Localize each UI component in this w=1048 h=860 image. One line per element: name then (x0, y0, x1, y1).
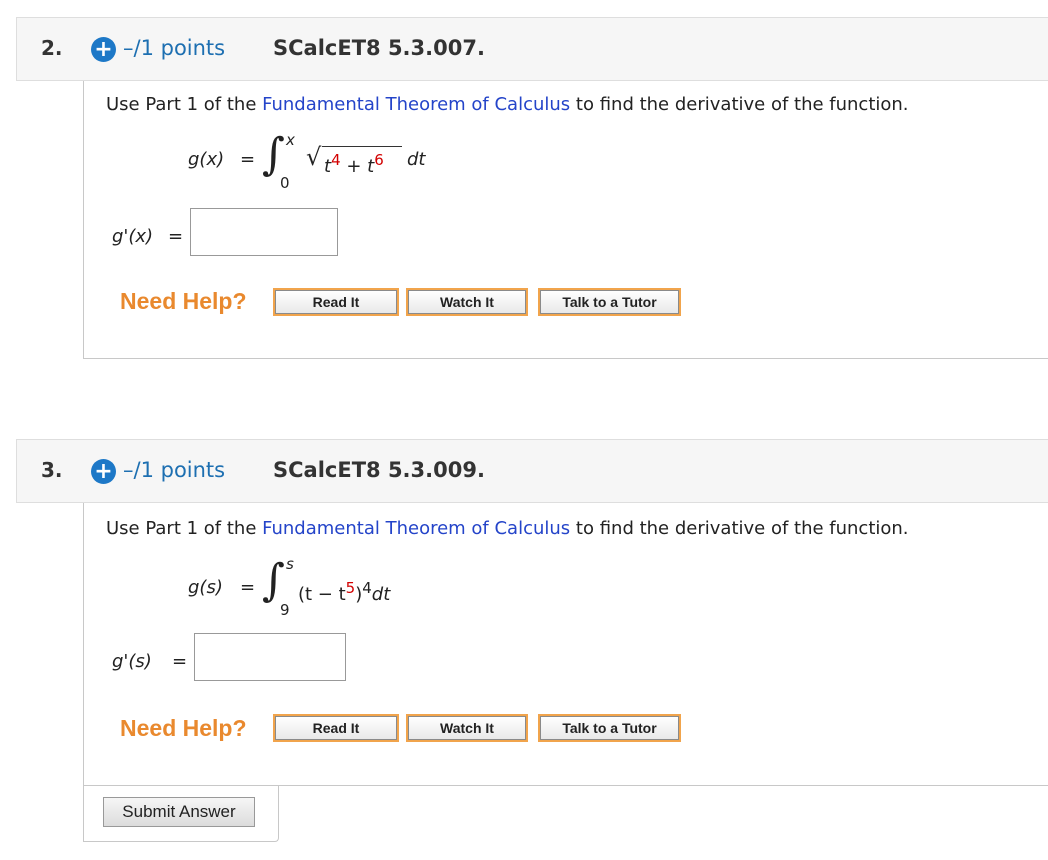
submit-answer-button[interactable]: Submit Answer (103, 797, 255, 827)
question-points: –/1 points (123, 36, 226, 60)
equals-sign: = (172, 651, 188, 672)
answer-label: g'(s) (112, 651, 152, 672)
need-help-label: Need Help? (120, 288, 247, 314)
watch-it-button[interactable]: Watch It (406, 714, 528, 742)
exponent-value: 4 (331, 151, 341, 169)
question-number: 3. (41, 458, 63, 482)
question-points: –/1 points (123, 458, 226, 482)
question-code: SCalcET8 5.3.009. (273, 458, 485, 482)
read-it-button[interactable]: Read It (273, 288, 399, 316)
integral-sign: ∫ (262, 555, 285, 606)
exponent-value: 6 (374, 151, 384, 169)
sqrt-sign: √ (306, 143, 322, 171)
plus-icon[interactable]: + (91, 459, 116, 484)
answer-label: g'(x) (112, 226, 154, 247)
talk-to-tutor-button[interactable]: Talk to a Tutor (538, 288, 681, 316)
plus-icon[interactable]: + (91, 37, 116, 62)
need-help-label: Need Help? (120, 715, 247, 741)
question-number: 2. (41, 36, 63, 60)
function-lhs: g(s) (188, 577, 223, 598)
radical-bar (322, 146, 402, 148)
answer-input[interactable] (190, 208, 338, 256)
watch-it-button[interactable]: Watch It (406, 288, 528, 316)
question-prompt: Use Part 1 of the Fundamental Theorem of… (106, 518, 909, 539)
lower-limit: 0 (280, 174, 290, 192)
exponent-value: 5 (345, 579, 356, 597)
talk-to-tutor-button[interactable]: Talk to a Tutor (538, 714, 681, 742)
equals-sign: = (240, 577, 256, 598)
question-2-body: Use Part 1 of the Fundamental Theorem of… (83, 81, 1048, 359)
differential: dt (407, 149, 426, 170)
function-lhs: g(x) (188, 149, 225, 170)
ftc-link[interactable]: Fundamental Theorem of Calculus (262, 518, 570, 539)
outer-exponent: 4 (362, 579, 372, 597)
question-3-body: Use Part 1 of the Fundamental Theorem of… (83, 503, 1048, 786)
upper-limit: s (286, 555, 294, 573)
equals-sign: = (240, 149, 256, 170)
upper-limit: x (286, 131, 295, 149)
question-code: SCalcET8 5.3.007. (273, 36, 485, 60)
integrand: t4 + t6 (324, 151, 384, 177)
integral-sign: ∫ (262, 129, 285, 180)
question-2-header: 2. + –/1 points SCalcET8 5.3.007. (16, 17, 1048, 81)
equals-sign: = (168, 226, 184, 247)
question-prompt: Use Part 1 of the Fundamental Theorem of… (106, 94, 909, 115)
read-it-button[interactable]: Read It (273, 714, 399, 742)
integrand: (t − t5)4dt (298, 579, 391, 605)
lower-limit: 9 (280, 601, 290, 619)
ftc-link[interactable]: Fundamental Theorem of Calculus (262, 94, 570, 115)
question-3-header: 3. + –/1 points SCalcET8 5.3.009. (16, 439, 1048, 503)
answer-input[interactable] (194, 633, 346, 681)
